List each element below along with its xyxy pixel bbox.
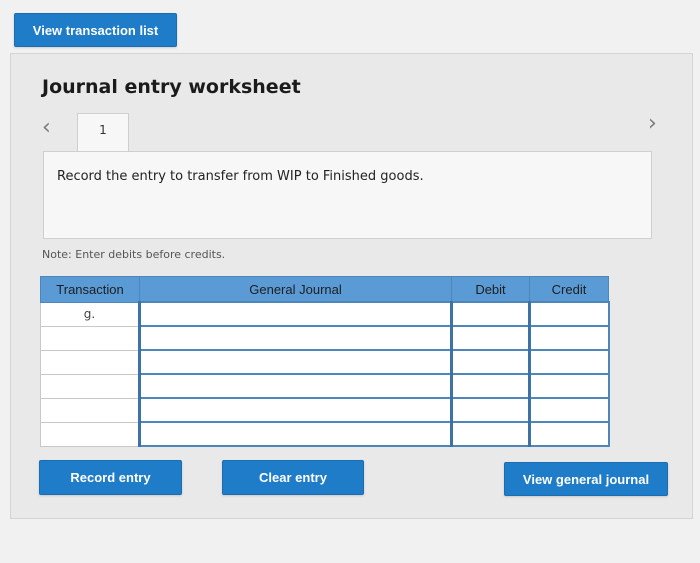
table-row [40, 349, 610, 375]
table-row [40, 325, 610, 351]
credit-input[interactable] [528, 397, 610, 423]
transaction-cell [40, 349, 140, 375]
table-row [40, 421, 610, 447]
debit-input[interactable] [450, 325, 531, 351]
view-transaction-list-button[interactable]: View transaction list [14, 13, 177, 47]
instruction-text: Record the entry to transfer from WIP to… [57, 169, 424, 184]
clear-entry-button[interactable]: Clear entry [222, 460, 364, 495]
transaction-cell [40, 397, 140, 423]
credit-input[interactable] [528, 349, 610, 375]
credit-input[interactable] [528, 421, 610, 447]
transaction-cell [40, 325, 140, 351]
account-input[interactable] [138, 373, 453, 399]
journal-table: Transaction General Journal Debit Credit… [40, 276, 610, 447]
chevron-left-icon[interactable]: ‹ [42, 117, 51, 139]
debit-input[interactable] [450, 397, 531, 423]
debit-input[interactable] [450, 421, 531, 447]
debit-input[interactable] [450, 349, 531, 375]
column-header-credit: Credit [529, 276, 609, 303]
transaction-cell [40, 373, 140, 399]
account-input[interactable] [138, 397, 453, 423]
chevron-right-icon[interactable]: › [648, 113, 657, 135]
note-text: Note: Enter debits before credits. [42, 248, 226, 261]
column-header-debit: Debit [451, 276, 530, 303]
tab-1[interactable]: 1 [77, 113, 129, 153]
view-general-journal-button[interactable]: View general journal [504, 462, 668, 496]
credit-input[interactable] [528, 301, 610, 327]
table-row [40, 373, 610, 399]
table-header-row: Transaction General Journal Debit Credit [40, 276, 609, 303]
instruction-box: Record the entry to transfer from WIP to… [43, 151, 652, 239]
credit-input[interactable] [528, 373, 610, 399]
record-entry-button[interactable]: Record entry [39, 460, 182, 495]
transaction-cell: g. [40, 301, 140, 327]
page-title: Journal entry worksheet [42, 76, 301, 98]
account-input[interactable] [138, 349, 453, 375]
debit-input[interactable] [450, 373, 531, 399]
table-row [40, 397, 610, 423]
account-input[interactable] [138, 325, 453, 351]
tab-label: 1 [99, 123, 107, 137]
debit-input[interactable] [450, 301, 531, 327]
account-input[interactable] [138, 301, 453, 327]
table-row: g. [40, 301, 610, 327]
credit-input[interactable] [528, 325, 610, 351]
column-header-transaction: Transaction [40, 276, 140, 303]
transaction-cell [40, 421, 140, 447]
column-header-general-journal: General Journal [139, 276, 452, 303]
account-input[interactable] [138, 421, 453, 447]
